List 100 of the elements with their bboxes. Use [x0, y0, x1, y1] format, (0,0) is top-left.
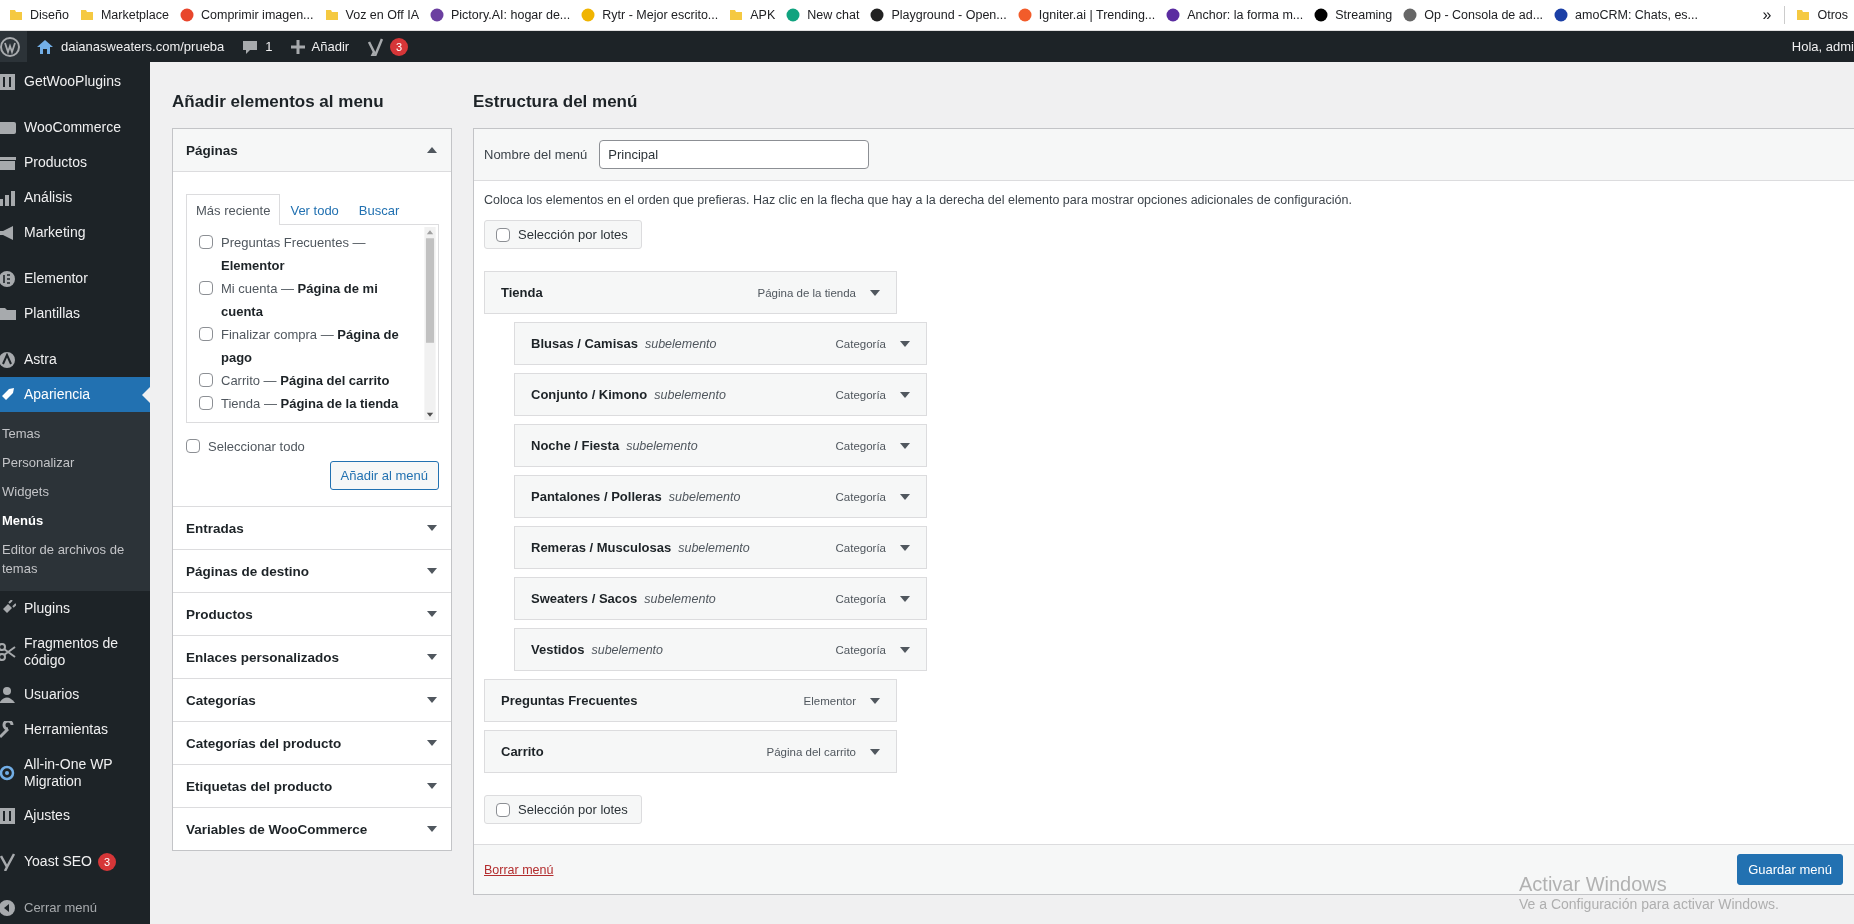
- caret-icon[interactable]: [427, 568, 437, 574]
- caret-icon[interactable]: [427, 147, 437, 153]
- page-option-label[interactable]: Carrito — Página del carrito: [221, 369, 390, 392]
- bookmark-link[interactable]: Op - Consola de ad...: [1398, 8, 1549, 22]
- caret-icon[interactable]: [870, 289, 880, 296]
- menu-item-bar[interactable]: Blusas / Camisas subelemento Categoría: [514, 322, 927, 365]
- accordion-header[interactable]: Variables de WooCommerce: [173, 808, 451, 850]
- new-content-link[interactable]: Añadir: [281, 31, 359, 62]
- menu-item-bar[interactable]: Noche / Fiesta subelemento Categoría: [514, 424, 927, 467]
- caret-icon[interactable]: [427, 697, 437, 703]
- tab[interactable]: Ver todo: [280, 194, 349, 224]
- submenu-item[interactable]: Editor de archivos de temas: [0, 535, 150, 583]
- site-link[interactable]: daianasweaters.com/prueba: [27, 31, 234, 62]
- caret-icon[interactable]: [427, 654, 437, 660]
- accordion-header[interactable]: Etiquetas del producto: [173, 765, 451, 807]
- menu-name-field[interactable]: Principal: [599, 140, 870, 169]
- bookmark-link[interactable]: Playground - Open...: [865, 8, 1012, 22]
- accordion-header[interactable]: Categorías: [173, 679, 451, 721]
- caret-icon[interactable]: [900, 340, 910, 347]
- caret-icon[interactable]: [900, 595, 910, 602]
- checkbox[interactable]: [186, 439, 200, 453]
- caret-icon[interactable]: [427, 826, 437, 832]
- tab[interactable]: Buscar: [348, 194, 410, 224]
- caret-icon[interactable]: [900, 646, 910, 653]
- submenu-item[interactable]: Widgets: [0, 477, 150, 506]
- sidebar-item[interactable]: Astra: [0, 342, 150, 377]
- submenu-item[interactable]: Personalizar: [0, 448, 150, 477]
- bookmark-link[interactable]: Rytr - Mejor escrito...: [576, 8, 724, 22]
- accordion-header[interactable]: Productos: [173, 593, 451, 635]
- page-option-label[interactable]: Finalizar compra — Página de pago: [221, 323, 422, 369]
- bookmark-link[interactable]: Comprimir imagen...: [175, 8, 319, 22]
- sidebar-item[interactable]: Marketing: [0, 215, 150, 250]
- bookmark-folder[interactable]: Otros: [1791, 8, 1853, 22]
- bookmark-link[interactable]: Anchor: la forma m...: [1161, 8, 1309, 22]
- greeting-link[interactable]: Hola, admi: [1783, 31, 1854, 62]
- caret-icon[interactable]: [900, 544, 910, 551]
- menu-item-bar[interactable]: Carrito Página del carrito: [484, 730, 897, 773]
- sidebar-item[interactable]: Yoast SEO 3: [0, 844, 150, 879]
- sidebar-item[interactable]: Apariencia: [0, 377, 150, 412]
- checkbox[interactable]: [199, 373, 213, 387]
- sidebar-item[interactable]: Productos: [0, 145, 150, 180]
- delete-menu-link[interactable]: Borrar menú: [484, 862, 554, 877]
- caret-icon[interactable]: [427, 740, 437, 746]
- caret-icon[interactable]: [900, 391, 910, 398]
- accordion-header[interactable]: Enlaces personalizados: [173, 636, 451, 678]
- checkbox[interactable]: [496, 802, 510, 817]
- save-menu-button[interactable]: Guardar menú: [1737, 854, 1843, 885]
- accordion-header[interactable]: Entradas: [173, 507, 451, 549]
- page-option-label[interactable]: Mi cuenta — Página de mi cuenta: [221, 277, 422, 323]
- caret-icon[interactable]: [900, 442, 910, 449]
- sidebar-item[interactable]: Herramientas: [0, 712, 150, 747]
- add-to-menu-button[interactable]: Añadir al menú: [329, 461, 439, 490]
- caret-icon[interactable]: [427, 783, 437, 789]
- checkbox[interactable]: [199, 235, 213, 249]
- caret-icon[interactable]: [427, 525, 437, 531]
- sidebar-item[interactable]: Fragmentos de código: [0, 626, 150, 677]
- bookmark-link[interactable]: Diseño: [4, 8, 74, 22]
- page-option-label[interactable]: Preguntas Frecuentes — Elementor: [221, 231, 422, 277]
- page-option-label[interactable]: Tienda — Página de la tienda: [221, 392, 399, 415]
- caret-icon[interactable]: [900, 493, 910, 500]
- menu-item-bar[interactable]: Pantalones / Polleras subelemento Categoría: [514, 475, 927, 518]
- bookmark-link[interactable]: APK: [724, 8, 781, 22]
- sidebar-item[interactable]: Elementor: [0, 261, 150, 296]
- menu-item-bar[interactable]: Remeras / Musculosas subelemento Categoría: [514, 526, 927, 569]
- sidebar-item[interactable]: WooCommerce: [0, 110, 150, 145]
- bookmark-link[interactable]: Voz en Off IA: [319, 8, 424, 22]
- bookmark-link[interactable]: Marketplace: [74, 8, 174, 22]
- bookmark-link[interactable]: New chat: [781, 8, 865, 22]
- menu-item-bar[interactable]: Vestidos subelemento Categoría: [514, 628, 927, 671]
- select-all-label[interactable]: Seleccionar todo: [208, 435, 305, 458]
- bulk-select-button[interactable]: Selección por lotes: [484, 220, 642, 249]
- sidebar-item[interactable]: Plantillas: [0, 296, 150, 331]
- sidebar-item[interactable]: All-in-One WP Migration: [0, 747, 150, 798]
- bookmarks-overflow-button[interactable]: »: [1756, 6, 1778, 24]
- accordion-header[interactable]: Páginas de destino: [173, 550, 451, 592]
- wordpress-logo-button[interactable]: [0, 31, 27, 62]
- sidebar-item[interactable]: Ajustes: [0, 798, 150, 833]
- menu-item-bar[interactable]: Preguntas Frecuentes Elementor: [484, 679, 897, 722]
- bookmark-link[interactable]: Pictory.AI: hogar de...: [425, 8, 576, 22]
- collapse-menu-button[interactable]: Cerrar menú: [0, 890, 150, 924]
- checkbox[interactable]: [199, 396, 213, 410]
- seo-plugin-button[interactable]: 3: [358, 31, 418, 62]
- caret-icon[interactable]: [870, 748, 880, 755]
- bookmark-link[interactable]: Igniter.ai | Trending...: [1012, 8, 1161, 22]
- checkbox[interactable]: [199, 281, 213, 295]
- bookmark-link[interactable]: Streaming: [1309, 8, 1398, 22]
- checkbox[interactable]: [496, 227, 510, 242]
- submenu-item[interactable]: Menús: [0, 506, 150, 535]
- sidebar-item[interactable]: Análisis: [0, 180, 150, 215]
- menu-item-bar[interactable]: Sweaters / Sacos subelemento Categoría: [514, 577, 927, 620]
- checkbox[interactable]: [199, 327, 213, 341]
- accordion-header[interactable]: Categorías del producto: [173, 722, 451, 764]
- caret-icon[interactable]: [870, 697, 880, 704]
- menu-item-bar[interactable]: Tienda Página de la tienda: [484, 271, 897, 314]
- bulk-select-button[interactable]: Selección por lotes: [484, 795, 642, 824]
- submenu-item[interactable]: Temas: [0, 419, 150, 448]
- caret-icon[interactable]: [427, 611, 437, 617]
- comments-link[interactable]: 1: [233, 31, 282, 62]
- menu-item-bar[interactable]: Conjunto / Kimono subelemento Categoría: [514, 373, 927, 416]
- bookmark-link[interactable]: amoCRM: Chats, es...: [1549, 8, 1704, 22]
